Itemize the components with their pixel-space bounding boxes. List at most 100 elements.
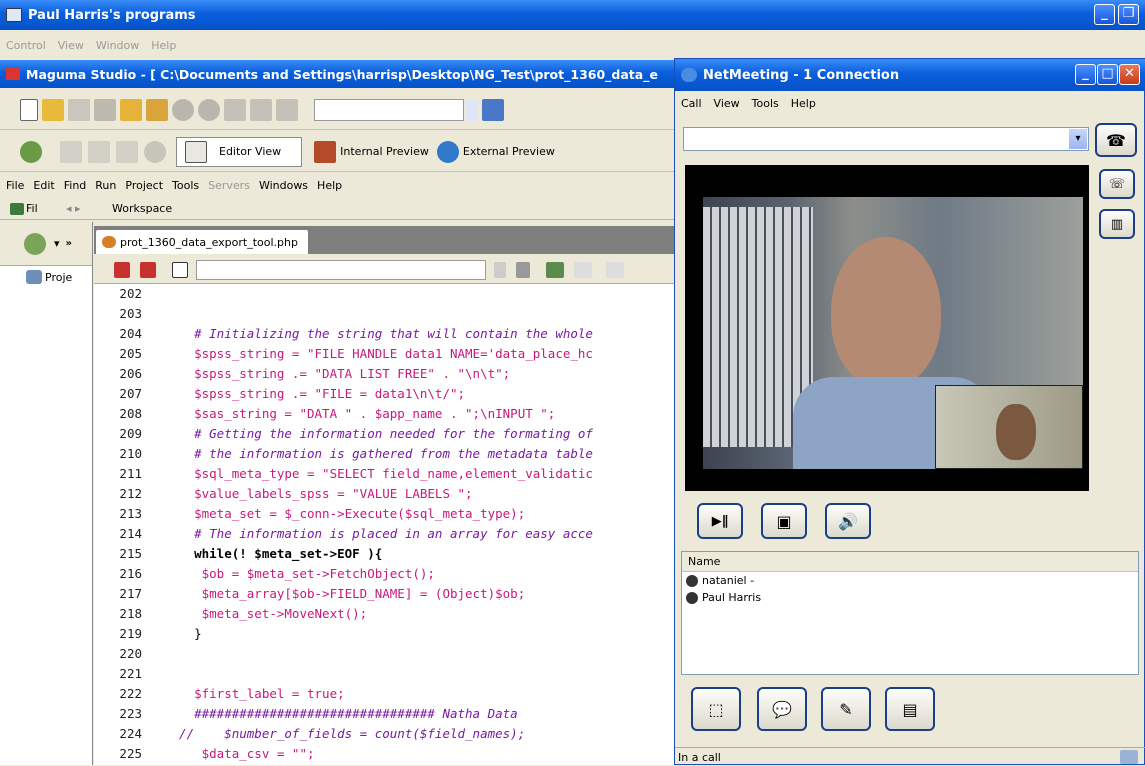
save-icon[interactable] bbox=[68, 98, 90, 121]
files-tab-icon[interactable] bbox=[10, 202, 24, 215]
dropdown-arrow-icon[interactable]: ▾ bbox=[1069, 129, 1087, 149]
function-combo[interactable] bbox=[196, 259, 486, 280]
place-call-button[interactable]: ☎ bbox=[1095, 123, 1137, 157]
code-line[interactable]: 207 $spss_string .= "FILE = data1\n\t/"; bbox=[94, 386, 680, 406]
outer-menu-view[interactable]: View bbox=[58, 39, 84, 52]
code-line[interactable]: 220 bbox=[94, 646, 680, 666]
combo-arrow-icon[interactable] bbox=[494, 261, 506, 278]
nm-address-field[interactable]: ▾ bbox=[683, 127, 1089, 151]
nm-menu-view[interactable]: View bbox=[714, 97, 740, 110]
save-all-icon[interactable] bbox=[94, 98, 116, 121]
chat-button[interactable]: 💬 bbox=[757, 687, 807, 731]
code-line[interactable]: 216 $ob = $meta_set->FetchObject(); bbox=[94, 566, 680, 586]
code-line[interactable]: 214 # The information is placed in an ar… bbox=[94, 526, 680, 546]
step-out-icon[interactable] bbox=[116, 140, 138, 163]
open-project-icon[interactable] bbox=[120, 98, 142, 121]
whiteboard-button[interactable]: ✎ bbox=[821, 687, 871, 731]
code-line[interactable]: 208 $sas_string = "DATA " . $app_name . … bbox=[94, 406, 680, 426]
code-line[interactable]: 221 bbox=[94, 666, 680, 686]
external-preview-button[interactable]: External Preview bbox=[463, 145, 555, 158]
braces-icon[interactable] bbox=[574, 261, 592, 278]
project-tree-item[interactable]: Proje bbox=[0, 266, 92, 284]
stop-debug-icon[interactable] bbox=[144, 140, 166, 163]
menu-servers[interactable]: Servers bbox=[208, 179, 250, 192]
address-book-button[interactable]: ▥ bbox=[1099, 209, 1135, 239]
menu-edit[interactable]: Edit bbox=[33, 179, 54, 192]
chevron-right-icon[interactable]: » bbox=[66, 238, 72, 249]
share-program-button[interactable]: ⬚ bbox=[691, 687, 741, 731]
menu-run[interactable]: Run bbox=[95, 179, 116, 192]
step-over-icon[interactable] bbox=[88, 140, 110, 163]
debug-bug-icon[interactable] bbox=[20, 140, 42, 163]
audio-volume-button[interactable]: 🔊 bbox=[825, 503, 871, 539]
code-line[interactable]: 219 } bbox=[94, 626, 680, 646]
chevron-down-icon[interactable]: ▾ bbox=[54, 237, 60, 250]
menu-tools[interactable]: Tools bbox=[172, 179, 199, 192]
code-line[interactable]: 225 $data_csv = ""; bbox=[94, 746, 680, 765]
find-user-icon[interactable] bbox=[482, 98, 504, 121]
code-line[interactable]: 210 # the information is gathered from t… bbox=[94, 446, 680, 466]
tree-structure-icon[interactable] bbox=[546, 261, 564, 278]
nm-maximize-button[interactable]: □ bbox=[1097, 64, 1118, 85]
menu-file[interactable]: File bbox=[6, 179, 24, 192]
code-line[interactable]: 211 $sql_meta_type = "SELECT field_name,… bbox=[94, 466, 680, 486]
project-tool-icon[interactable] bbox=[24, 232, 46, 255]
internal-preview-button[interactable]: Internal Preview bbox=[340, 145, 429, 158]
code-line[interactable]: 206 $spss_string .= "DATA LIST FREE" . "… bbox=[94, 366, 680, 386]
end-call-button[interactable]: ☏ bbox=[1099, 169, 1135, 199]
code-line[interactable]: 224 // $number_of_fields = count($field_… bbox=[94, 726, 680, 746]
copy-icon[interactable] bbox=[224, 98, 246, 121]
go-icon[interactable] bbox=[516, 261, 530, 278]
code-line[interactable]: 204 # Initializing the string that will … bbox=[94, 326, 680, 346]
code-line[interactable]: 222 $first_label = true; bbox=[94, 686, 680, 706]
outer-menu-window[interactable]: Window bbox=[96, 39, 139, 52]
code-line[interactable]: 212 $value_labels_spss = "VALUE LABELS "… bbox=[94, 486, 680, 506]
code-line[interactable]: 202 bbox=[94, 286, 680, 306]
file-transfer-button[interactable]: ▤ bbox=[885, 687, 935, 731]
outer-menu-help[interactable]: Help bbox=[151, 39, 176, 52]
new-file-icon[interactable] bbox=[20, 98, 38, 121]
close-project-icon[interactable] bbox=[146, 98, 168, 121]
picture-in-picture-button[interactable]: ▣ bbox=[761, 503, 807, 539]
nm-menu-call[interactable]: Call bbox=[681, 97, 702, 110]
menu-help[interactable]: Help bbox=[317, 179, 342, 192]
nm-close-button[interactable]: ✕ bbox=[1119, 64, 1140, 85]
list-item[interactable]: nataniel - bbox=[682, 572, 1138, 589]
code-line[interactable]: 223 ################################ Nat… bbox=[94, 706, 680, 726]
paste-icon[interactable] bbox=[276, 98, 298, 121]
play-pause-button[interactable]: ▶∥ bbox=[697, 503, 743, 539]
file-tab[interactable]: prot_1360_data_export_tool.php bbox=[96, 230, 308, 254]
preview-icon[interactable] bbox=[606, 261, 624, 278]
menu-find[interactable]: Find bbox=[64, 179, 87, 192]
nm-menu-help[interactable]: Help bbox=[791, 97, 816, 110]
editor-view-button[interactable]: Editor View bbox=[176, 136, 303, 167]
code-editor[interactable]: 202 203 204 # Initializing the string that… bbox=[94, 284, 680, 765]
list-header-name[interactable]: Name bbox=[682, 552, 1138, 572]
code-line[interactable]: 203 bbox=[94, 306, 680, 326]
code-line[interactable]: 205 $spss_string = "FILE HANDLE data1 NA… bbox=[94, 346, 680, 366]
edit-pencil-icon[interactable] bbox=[172, 261, 188, 278]
nm-minimize-button[interactable]: _ bbox=[1075, 64, 1096, 85]
code-line[interactable]: 209 # Getting the information needed for… bbox=[94, 426, 680, 446]
tab-scroll-arrows[interactable]: ◂ ▸ bbox=[66, 202, 102, 215]
menu-windows[interactable]: Windows bbox=[259, 179, 308, 192]
menu-project[interactable]: Project bbox=[125, 179, 163, 192]
outer-minimize-button[interactable]: _ bbox=[1094, 4, 1115, 25]
cut-icon[interactable] bbox=[250, 98, 272, 121]
open-folder-icon[interactable] bbox=[42, 98, 64, 121]
redo-icon[interactable] bbox=[198, 98, 220, 121]
step-into-icon[interactable] bbox=[60, 140, 82, 163]
code-line[interactable]: 215 while(! $meta_set->EOF ){ bbox=[94, 546, 680, 566]
bookmark-down-icon[interactable] bbox=[140, 261, 156, 278]
outer-menu-control[interactable]: Control bbox=[6, 39, 46, 52]
code-line[interactable]: 218 $meta_set->MoveNext(); bbox=[94, 606, 680, 626]
code-line[interactable]: 213 $meta_set = $_conn->Execute($sql_met… bbox=[94, 506, 680, 526]
toolbar-combo[interactable] bbox=[314, 98, 464, 121]
combo-dropdown-icon[interactable] bbox=[466, 98, 478, 121]
bookmark-up-icon[interactable] bbox=[114, 261, 130, 278]
files-tab-label[interactable]: Fil bbox=[26, 202, 66, 215]
outer-restore-button[interactable]: ❐ bbox=[1118, 4, 1139, 25]
undo-icon[interactable] bbox=[172, 98, 194, 121]
nm-menu-tools[interactable]: Tools bbox=[752, 97, 779, 110]
list-item[interactable]: Paul Harris bbox=[682, 589, 1138, 606]
